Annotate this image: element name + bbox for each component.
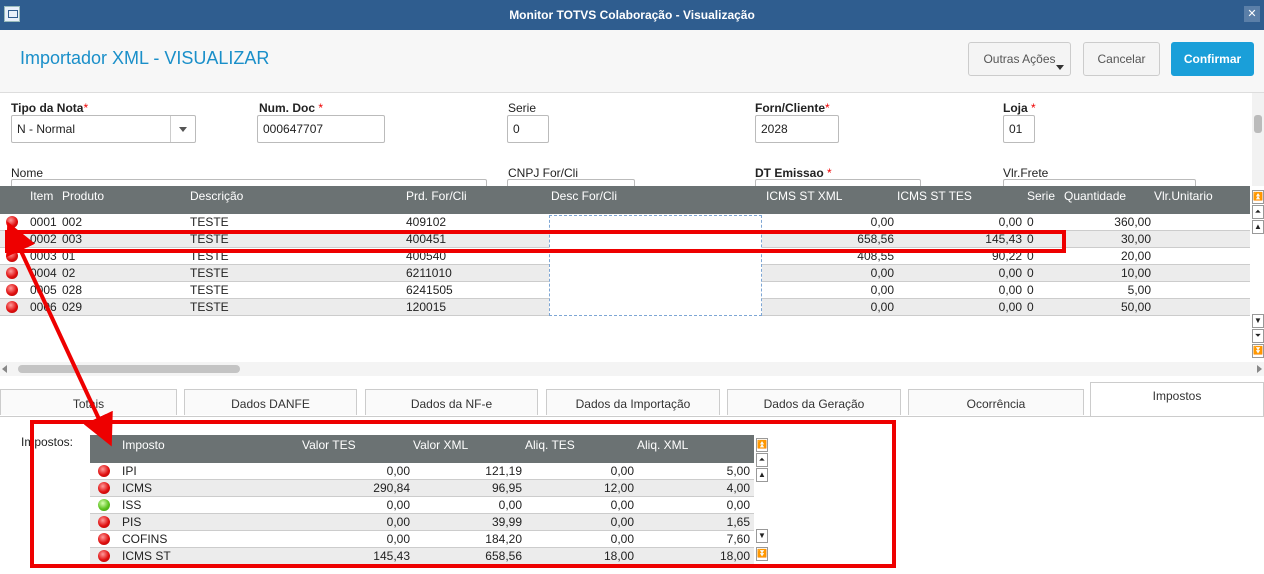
arrow-line [6,221,113,447]
annotation-arrow [6,221,113,447]
